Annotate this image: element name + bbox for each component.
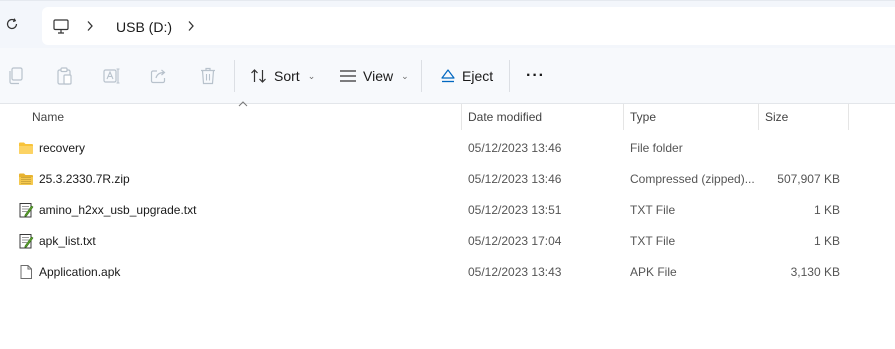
- zip-icon: [19, 173, 33, 185]
- this-pc-button[interactable]: [52, 17, 70, 35]
- paste-icon: [57, 67, 72, 85]
- file-row[interactable]: Application.apk 05/12/2023 13:43 APK Fil…: [0, 257, 895, 287]
- file-name: amino_h2xx_usb_upgrade.txt: [39, 203, 197, 217]
- column-header-date-modified[interactable]: Date modified: [468, 104, 542, 130]
- share-button[interactable]: [149, 66, 169, 86]
- file-name-cell: amino_h2xx_usb_upgrade.txt: [18, 195, 458, 225]
- type-cell: TXT File: [630, 203, 676, 217]
- file-name-cell: 25.3.2330.7R.zip: [18, 164, 458, 194]
- text-file-icon: [19, 234, 34, 249]
- eject-button[interactable]: Eject: [440, 64, 493, 88]
- delete-button[interactable]: [198, 66, 218, 86]
- file-name: apk_list.txt: [39, 234, 96, 248]
- date-modified-cell: 05/12/2023 13:51: [468, 203, 562, 217]
- copy-icon: [9, 67, 23, 85]
- date-modified-cell: 05/12/2023 13:46: [468, 172, 562, 186]
- refresh-button[interactable]: [3, 15, 21, 33]
- toolbar-divider: [509, 60, 510, 92]
- toolbar-divider: [234, 60, 235, 92]
- type-cell: Compressed (zipped)...: [630, 172, 755, 186]
- column-header-size[interactable]: Size: [765, 104, 788, 130]
- share-icon: [150, 69, 166, 84]
- size-cell: 1 KB: [813, 234, 840, 248]
- size-cell: 507,907 KB: [777, 172, 840, 186]
- chevron-right-icon: [188, 21, 194, 31]
- date-modified-cell: 05/12/2023 17:04: [468, 234, 562, 248]
- toolbar-divider: [421, 60, 422, 92]
- file-name-cell: recovery: [18, 133, 458, 163]
- type-cell: File folder: [630, 141, 683, 155]
- sort-button[interactable]: Sort ⌄: [250, 64, 315, 88]
- file-icon: [20, 265, 32, 279]
- sort-icon: [251, 69, 266, 83]
- eject-label: Eject: [462, 68, 494, 84]
- type-cell: TXT File: [630, 234, 676, 248]
- text-file-icon: [19, 203, 34, 218]
- file-row[interactable]: apk_list.txt 05/12/2023 17:04 TXT File 1…: [0, 226, 895, 256]
- size-cell: [760, 133, 840, 163]
- file-name: 25.3.2330.7R.zip: [39, 172, 130, 186]
- file-row[interactable]: recovery 05/12/2023 13:46 File folder: [0, 133, 895, 163]
- column-divider[interactable]: [758, 104, 759, 130]
- column-divider[interactable]: [623, 104, 624, 130]
- paste-button[interactable]: [54, 66, 74, 86]
- breadcrumb-chevron[interactable]: [84, 19, 96, 33]
- type-cell: APK File: [630, 265, 677, 279]
- file-row[interactable]: amino_h2xx_usb_upgrade.txt 05/12/2023 13…: [0, 195, 895, 225]
- view-label: View: [363, 68, 394, 84]
- column-divider[interactable]: [848, 104, 849, 130]
- view-button[interactable]: View ⌄: [339, 64, 409, 88]
- file-name: Application.apk: [39, 265, 121, 279]
- column-header-name[interactable]: Name: [32, 104, 64, 130]
- sort-ascending-icon: [238, 101, 248, 107]
- size-cell: 1 KB: [813, 203, 840, 217]
- delete-icon: [201, 67, 215, 85]
- view-icon: [340, 70, 356, 82]
- refresh-icon: [6, 18, 18, 30]
- chevron-down-icon: ⌄: [307, 70, 316, 81]
- size-cell: 3,130 KB: [790, 265, 840, 279]
- chevron-down-icon: ⌄: [401, 70, 409, 81]
- breadcrumb-usb-drive[interactable]: USB (D:): [116, 19, 172, 35]
- date-modified-cell: 05/12/2023 13:43: [468, 265, 562, 279]
- rename-icon: [103, 68, 120, 84]
- breadcrumb-chevron[interactable]: [185, 19, 197, 33]
- sort-label: Sort: [274, 68, 300, 84]
- more-options-button[interactable]: ···: [526, 64, 545, 88]
- address-row: USB (D:): [0, 0, 895, 49]
- file-name-cell: apk_list.txt: [18, 226, 458, 256]
- this-pc-icon: [53, 18, 69, 34]
- column-divider[interactable]: [461, 104, 462, 130]
- address-bar[interactable]: USB (D:): [42, 7, 895, 45]
- command-bar: Sort ⌄ View ⌄ Eject ···: [0, 48, 895, 104]
- file-row[interactable]: 25.3.2330.7R.zip 05/12/2023 13:46 Compre…: [0, 164, 895, 194]
- date-modified-cell: 05/12/2023 13:46: [468, 141, 562, 155]
- folder-icon: [19, 142, 33, 154]
- copy-button[interactable]: [6, 66, 26, 86]
- file-name-cell: Application.apk: [18, 257, 458, 287]
- column-header-type[interactable]: Type: [630, 104, 656, 130]
- eject-icon: [441, 69, 455, 83]
- rename-button[interactable]: [102, 66, 122, 86]
- chevron-right-icon: [87, 21, 93, 31]
- file-name: recovery: [39, 141, 86, 155]
